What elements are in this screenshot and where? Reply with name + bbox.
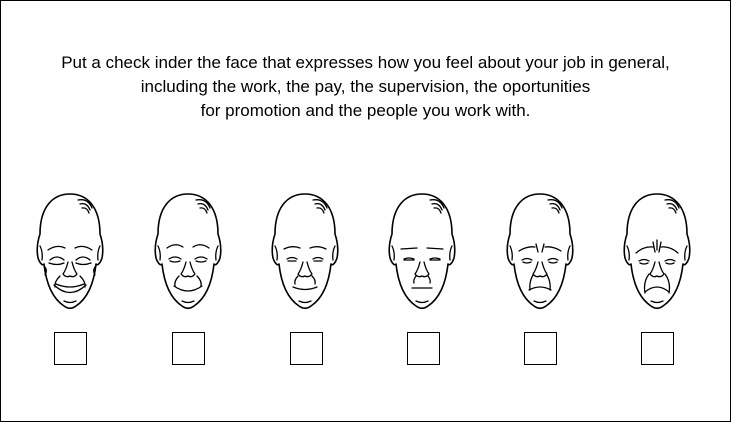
face-scale: [0, 0, 729, 420]
face-very-happy: [30, 190, 110, 316]
face-drawing: [36, 193, 104, 310]
checkbox-unhappy[interactable]: [524, 332, 557, 365]
face-drawing: [271, 193, 339, 310]
face-slightly-happy: [265, 190, 345, 316]
face-outline: [623, 193, 691, 310]
face-drawing: [506, 193, 574, 310]
checkbox-very-happy[interactable]: [54, 332, 87, 365]
face-drawing: [154, 193, 222, 310]
checkbox-very-unhappy[interactable]: [641, 332, 674, 365]
face-very-unhappy: [617, 190, 697, 316]
face-drawing: [623, 193, 691, 310]
face-neutral: [382, 190, 462, 316]
checkbox-slightly-happy[interactable]: [290, 332, 323, 365]
checkbox-happy[interactable]: [172, 332, 205, 365]
face-outline: [388, 193, 456, 310]
checkbox-neutral[interactable]: [407, 332, 440, 365]
face-outline: [36, 193, 104, 310]
face-unhappy: [500, 190, 580, 316]
face-happy: [148, 190, 228, 316]
face-outline: [506, 193, 574, 310]
face-drawing: [388, 193, 456, 310]
face-outline: [271, 193, 339, 310]
